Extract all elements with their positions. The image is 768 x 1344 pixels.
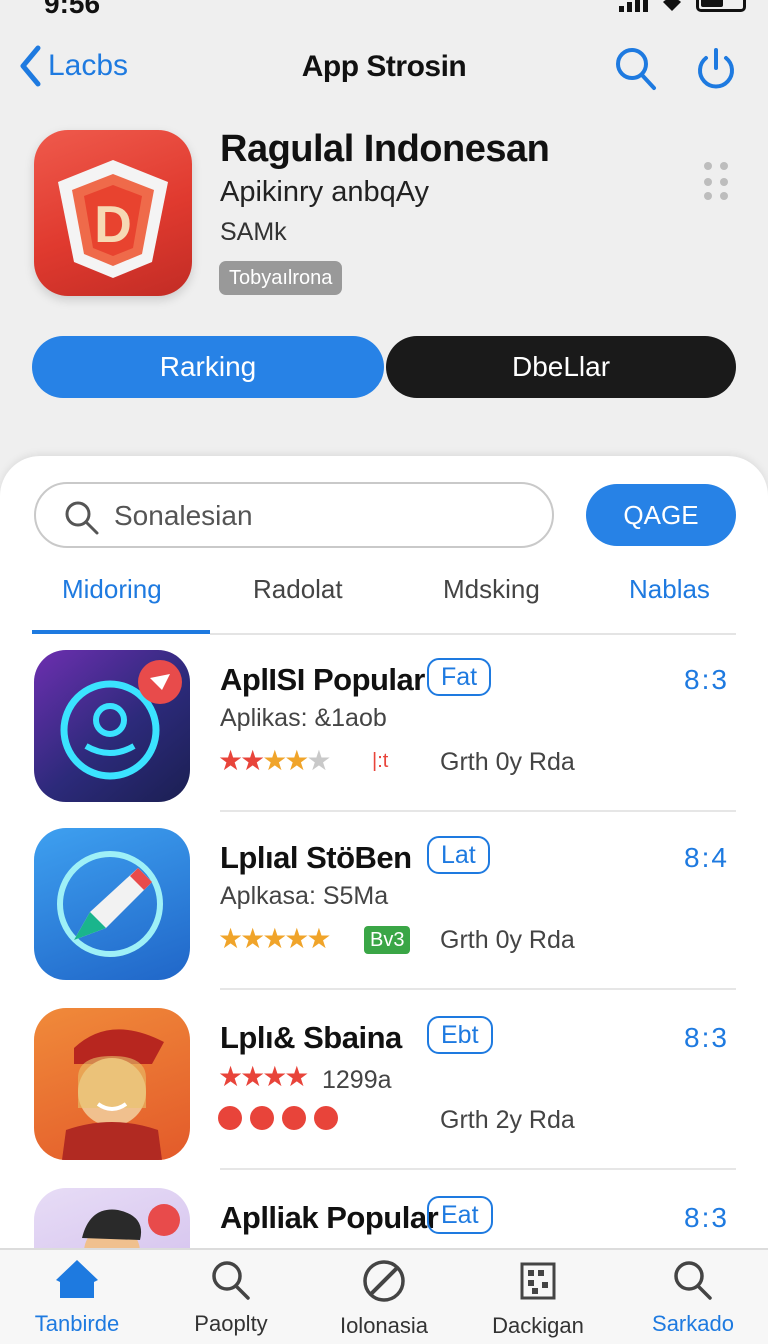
- search-icon[interactable]: [614, 44, 658, 92]
- heart-icon: [218, 1106, 242, 1130]
- tabbar-item-compass[interactable]: Iolonasia: [309, 1260, 459, 1339]
- app-list-icon: [34, 1008, 190, 1160]
- search-input[interactable]: [114, 496, 534, 536]
- status-time: 9:56: [44, 0, 101, 19]
- tab-radolat[interactable]: Radolat: [253, 574, 343, 605]
- tabbar-item-home[interactable]: Tanbirde: [2, 1260, 152, 1337]
- list-item-score: 8:4: [684, 842, 729, 873]
- app-name: Ragulal Indonesan: [220, 128, 550, 170]
- list-item-badge: Ebt: [427, 1016, 493, 1054]
- row-divider: [220, 1168, 736, 1170]
- status-icons: [619, 0, 746, 12]
- list-item-title: AplISI Popular: [220, 662, 425, 697]
- app-icon: D: [34, 130, 192, 296]
- app-subtitle: Apikinry anbqAy: [220, 176, 430, 208]
- heart-icon: [314, 1106, 338, 1130]
- tab-midoring[interactable]: Midoring: [62, 574, 162, 605]
- secondary-action-button[interactable]: DbeLlar: [386, 336, 736, 398]
- list-item[interactable]: AplISI Popular Fat Aplikas: &1aob ★★★★★ …: [0, 634, 768, 812]
- list-item-score: 8:3: [684, 664, 729, 695]
- tabbar-label: Sarkado: [652, 1311, 734, 1336]
- list-item-subtitle: Aplkasa: S5Ma: [220, 882, 389, 910]
- rating-stars: ★★★★★: [218, 923, 332, 954]
- app-header: D Ragulal Indonesan Apikinry anbqAy SAMk…: [0, 128, 768, 308]
- heart-icon: [250, 1106, 274, 1130]
- more-options-icon[interactable]: [702, 144, 730, 200]
- reaction-icons: [218, 1106, 338, 1130]
- list-item[interactable]: Lplı& Sbaina Ebt ★★★★ 1299a Grth 2y Rda …: [0, 992, 768, 1170]
- compass-icon: [363, 1260, 405, 1302]
- tabbar-label: Paoplty: [194, 1311, 268, 1336]
- search-icon: [65, 501, 99, 535]
- tab-bar-top: Midoring Radolat Mdsking Nablas: [0, 566, 768, 636]
- app-icon-letter: D: [94, 196, 132, 254]
- rating-stars: ★★★★: [218, 1061, 309, 1092]
- tabbar-label: Tanbirde: [34, 1311, 120, 1336]
- list-item-meta: Grth 0y Rda: [440, 748, 575, 776]
- list-item-title: Aplliak Popular: [220, 1200, 439, 1235]
- list-item-badge: Eat: [427, 1196, 493, 1234]
- home-icon: [56, 1260, 98, 1298]
- heart-icon: [282, 1106, 306, 1130]
- app-list-icon: [34, 828, 190, 980]
- tabbar-label: Dackigan: [492, 1313, 584, 1338]
- list-item-score: 8:3: [684, 1202, 729, 1233]
- list-item-small-text: |:t: [372, 750, 389, 772]
- list-item-meta: Grth 2y Rda: [440, 1106, 575, 1134]
- ranking-button[interactable]: Rarking: [32, 336, 384, 398]
- tabbar-item-search-2[interactable]: Sarkado: [618, 1260, 768, 1337]
- list-item-badge: Lat: [427, 836, 490, 874]
- tabbar-item-grid[interactable]: Dackigan: [463, 1260, 613, 1339]
- tabbar-label: Iolonasia: [339, 1313, 429, 1338]
- list-item-meta: Grth 0y Rda: [440, 926, 575, 954]
- search-icon: [212, 1261, 250, 1300]
- list-item-score: 8:3: [684, 1022, 729, 1053]
- rating-stars: ★★★★★: [218, 745, 332, 776]
- power-icon[interactable]: [694, 44, 738, 92]
- list-item-subtitle: Aplikas: &1aob: [220, 704, 387, 732]
- status-bar: 9:56: [0, 0, 768, 20]
- list-item-green-badge: Bv3: [364, 926, 411, 954]
- battery-icon: [696, 0, 746, 12]
- app-category-tag[interactable]: Tobyaılrona: [219, 261, 343, 295]
- shield-icon: D: [58, 160, 168, 278]
- wifi-icon: [663, 0, 681, 11]
- tab-nablas[interactable]: Nablas: [629, 574, 710, 605]
- app-developer: SAMk: [220, 218, 287, 246]
- list-item-badge: Fat: [427, 658, 492, 696]
- grid-icon: [520, 1262, 556, 1300]
- list-item-subtitle: 1299a: [322, 1066, 392, 1094]
- bottom-tab-bar: Tanbirde Paoplty Iolonasia Dackigan Sark…: [0, 1248, 768, 1344]
- search-submit-button[interactable]: QAGE: [586, 484, 736, 546]
- tab-mdsking[interactable]: Mdsking: [443, 574, 540, 605]
- nav-bar: Lacbs App Strosin: [0, 40, 768, 96]
- app-list-icon: [34, 650, 190, 802]
- tabbar-item-search[interactable]: Paoplty: [156, 1260, 306, 1337]
- list-item-title: Lplıal StöBen: [220, 840, 412, 875]
- search-field[interactable]: [34, 482, 554, 548]
- signal-icon: [619, 0, 648, 12]
- list-item[interactable]: Lplıal StöBen Lat Aplkasa: S5Ma ★★★★★ Bv…: [0, 812, 768, 990]
- list-item-title: Lplı& Sbaina: [220, 1020, 402, 1055]
- row-divider: [220, 988, 736, 990]
- search-icon: [674, 1261, 712, 1300]
